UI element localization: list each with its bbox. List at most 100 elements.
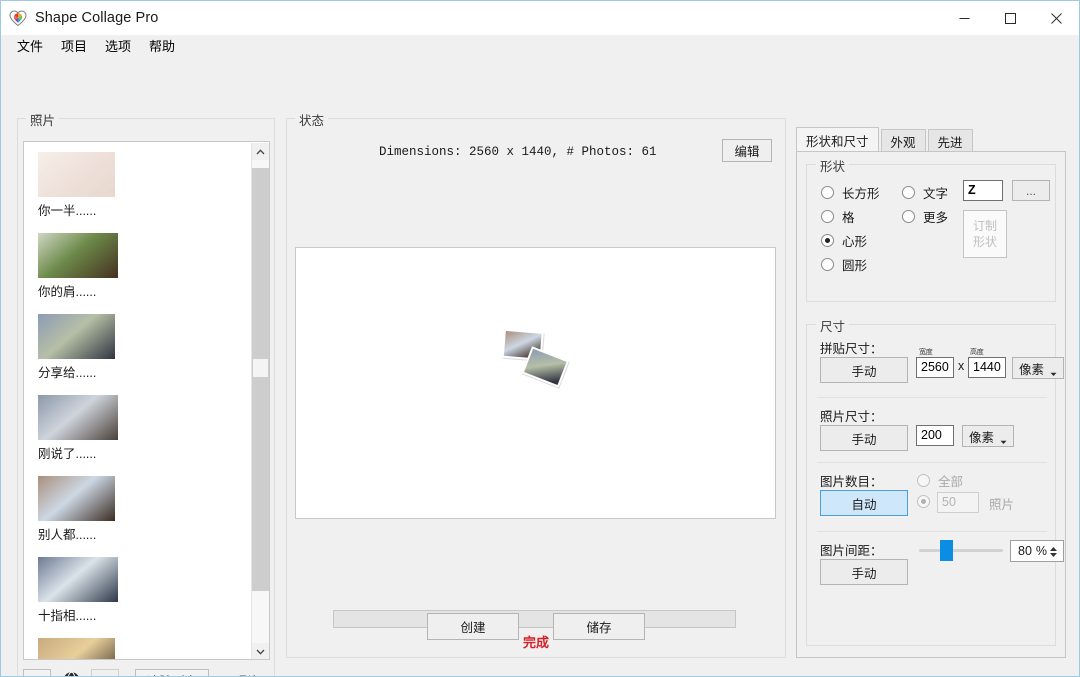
photo-grid: 你一半...... 你的肩...... 分享给...... 刚说了...... 别人都.… bbox=[24, 142, 252, 659]
photo-thumbnail[interactable] bbox=[38, 395, 118, 440]
collage-size-label: 拼贴尺寸： bbox=[820, 342, 883, 356]
radio-all-icon[interactable] bbox=[917, 474, 930, 487]
radio-rectangle-icon[interactable] bbox=[821, 186, 834, 199]
menu-file[interactable]: 文件 bbox=[9, 36, 51, 58]
remove-photo-button[interactable]: – bbox=[91, 669, 119, 676]
maximize-button[interactable] bbox=[987, 1, 1033, 35]
scroll-down-icon[interactable] bbox=[252, 643, 269, 659]
chevron-down-icon-2 bbox=[1000, 434, 1007, 448]
photo-spacing-manual-button[interactable]: 手动 bbox=[820, 559, 908, 585]
edit-button[interactable]: 编辑 bbox=[722, 139, 772, 162]
shape-option-rectangle-label: 长方形 bbox=[842, 187, 880, 201]
spinner-arrows-icon[interactable] bbox=[1047, 543, 1060, 561]
window-controls bbox=[941, 1, 1079, 35]
collage-height-input[interactable]: 1440 bbox=[968, 357, 1006, 378]
photo-thumbnail[interactable] bbox=[38, 152, 115, 197]
collage-unit-select[interactable]: 像素 bbox=[1012, 357, 1064, 379]
photo-size-unit-select[interactable]: 像素 bbox=[962, 425, 1014, 447]
radio-more-icon[interactable] bbox=[902, 210, 915, 223]
shape-option-grid[interactable]: 格 bbox=[821, 207, 855, 226]
list-item[interactable]: 刚说了...... bbox=[38, 395, 135, 462]
collage-unit-value: 像素 bbox=[1019, 362, 1045, 377]
shape-option-rectangle[interactable]: 长方形 bbox=[821, 183, 880, 202]
photo-list-scrollbar[interactable] bbox=[251, 143, 269, 659]
photo-size-manual-button[interactable]: 手动 bbox=[820, 425, 908, 451]
spacing-slider-track[interactable] bbox=[919, 549, 1003, 552]
photo-size-label: 照片尺寸： bbox=[820, 410, 883, 424]
shape-option-text[interactable]: 文字 bbox=[902, 183, 948, 202]
photo-list[interactable]: 你一半...... 你的肩...... 分享给...... 刚说了...... 别人都.… bbox=[23, 141, 270, 660]
list-item[interactable]: 只有在...... bbox=[38, 638, 135, 659]
spacing-value-spinner[interactable]: 80 % bbox=[1010, 540, 1064, 562]
photo-number-count-input[interactable]: 50 bbox=[937, 492, 979, 513]
photo-number-all-option[interactable]: 全部 bbox=[917, 471, 963, 490]
tab-shape-and-size[interactable]: 形状和尺寸 bbox=[796, 127, 879, 152]
photo-label: 别人都...... bbox=[38, 528, 97, 542]
photo-number-all-label: 全部 bbox=[938, 475, 964, 489]
list-item[interactable]: 你的肩...... bbox=[38, 233, 135, 300]
shape-option-more[interactable]: 更多 bbox=[902, 207, 948, 226]
list-item[interactable]: 别人都...... bbox=[38, 476, 135, 543]
divider-2 bbox=[817, 462, 1047, 463]
tab-advanced[interactable]: 先进 bbox=[927, 129, 973, 152]
radio-grid-icon[interactable] bbox=[821, 210, 834, 223]
scrollbar-track[interactable] bbox=[252, 160, 269, 643]
shape-option-circle[interactable]: 圆形 bbox=[821, 255, 867, 274]
main-body: 照片 你一半...... 你的肩...... 分享给...... 刚说了...... 别… bbox=[1, 59, 1079, 676]
dimensions-label: Dimensions: 2560 x 1440, # Photos: 61 bbox=[379, 145, 657, 159]
title-bar: Shape Collage Pro bbox=[1, 1, 1079, 35]
list-item[interactable]: 十指相...... bbox=[38, 557, 135, 624]
scrollbar-track-top bbox=[252, 160, 269, 168]
divider-1 bbox=[817, 397, 1047, 398]
minimize-button[interactable] bbox=[941, 1, 987, 35]
radio-text-icon[interactable] bbox=[902, 186, 915, 199]
photo-thumbnail[interactable] bbox=[38, 557, 118, 602]
status-panel: 状态 Dimensions: 2560 x 1440, # Photos: 61… bbox=[286, 110, 786, 658]
list-item[interactable]: 你一半...... bbox=[38, 152, 135, 219]
create-button[interactable]: 创建 bbox=[427, 613, 519, 640]
scroll-up-icon[interactable] bbox=[252, 143, 269, 160]
globe-icon[interactable] bbox=[57, 669, 85, 676]
tab-panel-shape-and-size: 形状 长方形 格 心形 圆形 文字 更多 Z ... 订制形状 尺寸 拼贴尺寸：… bbox=[796, 151, 1066, 658]
menu-help[interactable]: 帮助 bbox=[141, 36, 183, 58]
photo-size-input[interactable]: 200 bbox=[916, 425, 954, 446]
custom-shape-preview[interactable]: 订制形状 bbox=[963, 210, 1007, 258]
photo-thumbnail[interactable] bbox=[38, 314, 115, 359]
photo-label: 分享给...... bbox=[38, 366, 97, 380]
photo-thumbnail[interactable] bbox=[38, 476, 115, 521]
close-button[interactable] bbox=[1033, 1, 1079, 35]
radio-count-icon[interactable] bbox=[917, 495, 930, 508]
status-panel-title: 状态 bbox=[295, 110, 329, 129]
shape-text-input[interactable]: Z bbox=[963, 180, 1003, 201]
radio-heart-icon[interactable] bbox=[821, 234, 834, 247]
photo-thumbnail[interactable] bbox=[38, 233, 118, 278]
photo-number-count-unit: 照片 bbox=[989, 498, 1015, 512]
spacing-slider-thumb[interactable] bbox=[940, 540, 954, 561]
list-item[interactable]: 分享给...... bbox=[38, 314, 135, 381]
size-group: 尺寸 拼贴尺寸： 手动 宽度 高度 2560 x 1440 像素 照片尺寸： 手… bbox=[806, 316, 1064, 646]
collage-preview[interactable] bbox=[295, 247, 776, 519]
photo-number-auto-button[interactable]: 自动 bbox=[820, 490, 908, 516]
photo-toolbar: + – 清除列表 12 照片 bbox=[23, 668, 271, 676]
photo-label: 你一半...... bbox=[38, 204, 97, 218]
radio-circle-icon[interactable] bbox=[821, 258, 834, 271]
clear-list-button[interactable]: 清除列表 bbox=[135, 669, 210, 676]
photos-panel-title: 照片 bbox=[26, 110, 60, 129]
save-button[interactable]: 储存 bbox=[553, 613, 645, 640]
shape-group: 形状 长方形 格 心形 圆形 文字 更多 Z ... 订制形状 bbox=[806, 156, 1056, 302]
menu-options[interactable]: 选项 bbox=[97, 36, 139, 58]
shape-text-browse-button[interactable]: ... bbox=[1012, 180, 1050, 201]
menu-project[interactable]: 项目 bbox=[53, 36, 95, 58]
photo-label: 十指相...... bbox=[38, 609, 97, 623]
collage-width-input[interactable]: 2560 bbox=[916, 357, 954, 378]
scrollbar-thumb[interactable] bbox=[253, 359, 268, 377]
photo-number-count-option[interactable] bbox=[917, 495, 938, 508]
shape-option-more-label: 更多 bbox=[923, 211, 949, 225]
shape-option-heart[interactable]: 心形 bbox=[821, 231, 867, 250]
add-photo-button[interactable]: + bbox=[23, 669, 51, 676]
status-done-label: 完成 bbox=[522, 635, 549, 650]
collage-size-manual-button[interactable]: 手动 bbox=[820, 357, 908, 383]
progress-bar bbox=[333, 610, 736, 628]
tab-appearance[interactable]: 外观 bbox=[880, 129, 926, 152]
photo-thumbnail[interactable] bbox=[38, 638, 115, 659]
